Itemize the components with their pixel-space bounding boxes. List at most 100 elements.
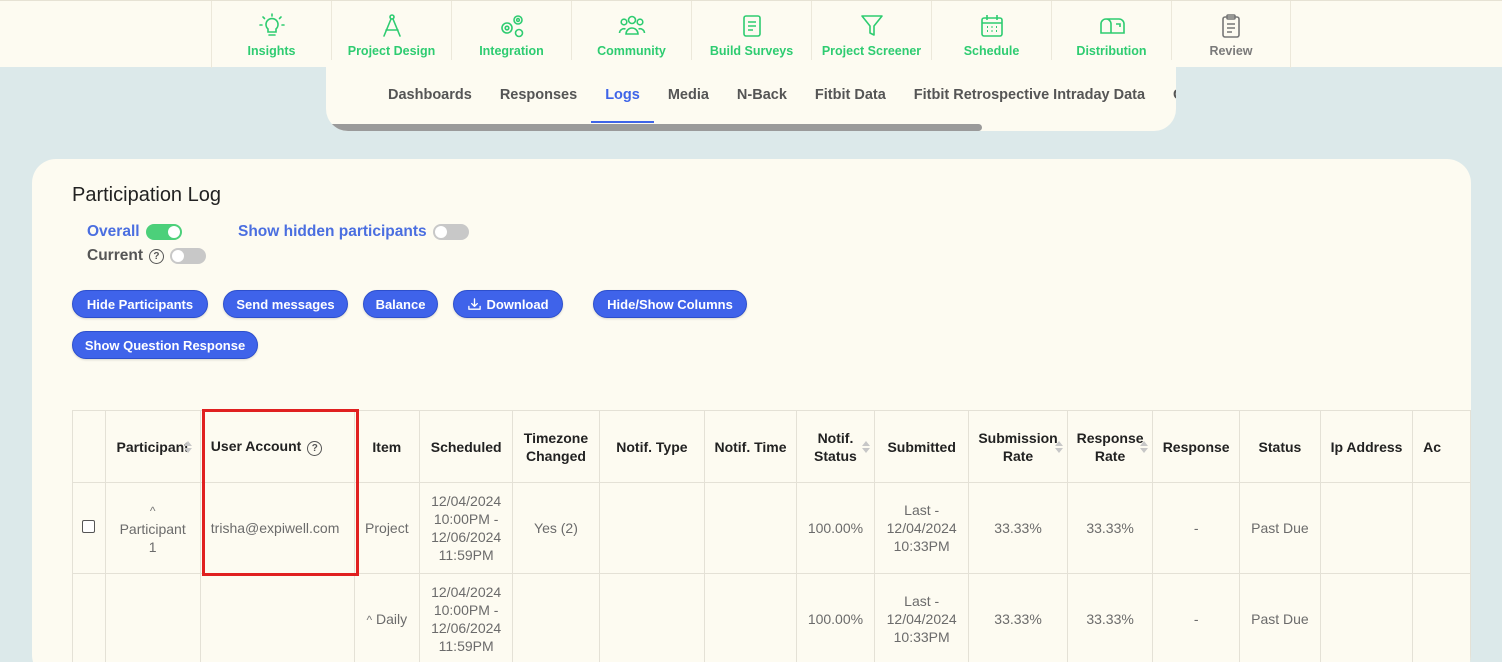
participant-name-line2: 1 — [148, 538, 157, 555]
nav-review[interactable]: Review — [1171, 1, 1291, 68]
balance-button[interactable]: Balance — [363, 290, 438, 318]
help-icon[interactable]: ? — [148, 248, 164, 264]
gears-icon — [500, 15, 523, 38]
submitted-line1: Last - — [904, 593, 940, 609]
sort-icon[interactable] — [184, 441, 192, 453]
scheduled-cell: 12/04/2024 10:00PM - 12/06/2024 11:59PM — [418, 573, 514, 662]
nav-distribution[interactable]: Distribution — [1051, 1, 1171, 68]
tab-media[interactable]: Media — [654, 87, 723, 123]
submission-rate-header-line1: Submission — [978, 429, 1058, 446]
response-rate-header-line2: Rate — [1094, 447, 1126, 464]
hide-participants-button[interactable]: Hide Participants — [72, 290, 208, 318]
page-title: Participation Log — [72, 184, 221, 206]
tab-n-back[interactable]: N-Back — [723, 87, 801, 123]
mailbox-icon — [1099, 18, 1125, 34]
scheduled-line2: 10:00PM - — [433, 511, 499, 527]
current-switch[interactable] — [169, 248, 206, 264]
nav-schedule[interactable]: Schedule — [931, 1, 1051, 68]
download-icon — [468, 297, 482, 310]
response-rate-cell: 33.33% — [1066, 573, 1154, 662]
participation-log-card: Participation Log Overall Current ? Show… — [32, 159, 1471, 662]
nav-label: Community — [597, 44, 666, 58]
sub-tab-bar: Dashboards Responses Logs Media N-Back F… — [326, 60, 1176, 131]
timezone-header-line1: Timezone — [523, 429, 589, 446]
people-icon — [618, 15, 645, 35]
tab-responses[interactable]: Responses — [486, 87, 591, 123]
submitted-line2: 12/04/2024 — [886, 520, 957, 536]
notif-time-cell — [704, 573, 797, 662]
notif-type-cell — [598, 573, 706, 662]
lightbulb-icon — [258, 13, 285, 36]
tab-dashboards[interactable]: Dashboards — [374, 87, 486, 123]
ip-address-cell — [1319, 482, 1414, 574]
item-header: Item — [353, 410, 421, 483]
user-account-header-label: User Account — [210, 437, 302, 454]
calendar-icon — [980, 15, 1003, 37]
expand-caret-icon[interactable]: ^ — [150, 504, 156, 518]
response-header: Response — [1152, 410, 1240, 483]
nav-label: Project Design — [347, 44, 436, 58]
scheduled-line2: 10:00PM - — [433, 602, 499, 618]
scheduled-line3: 12/06/2024 — [431, 620, 502, 636]
nav-label: Integration — [479, 44, 544, 58]
item-cell: Project — [353, 482, 421, 574]
notif-status-header-line2: Status — [814, 447, 857, 464]
tab-fitbit-data[interactable]: Fitbit Data — [801, 87, 900, 123]
select-all-header — [72, 410, 106, 483]
response-rate-header-line1: Response — [1076, 429, 1144, 446]
item-label: Daily — [376, 610, 408, 627]
nav-label: Distribution — [1076, 44, 1147, 58]
sort-icon[interactable] — [862, 441, 870, 453]
help-icon[interactable]: ? — [307, 441, 323, 457]
nav-project-design[interactable]: Project Design — [331, 1, 451, 68]
scheduled-header: Scheduled — [418, 410, 514, 483]
overall-switch[interactable] — [145, 224, 182, 240]
ip-address-cell — [1319, 573, 1414, 662]
compass-icon — [382, 14, 401, 37]
show-question-response-button[interactable]: Show Question Response — [72, 331, 258, 359]
send-messages-button[interactable]: Send messages — [223, 290, 348, 318]
hide-show-columns-button[interactable]: Hide/Show Columns — [593, 290, 747, 318]
current-toggle-row: Current ? — [87, 247, 206, 265]
notif-time-cell — [704, 482, 797, 574]
scheduled-line1: 12/04/2024 — [431, 493, 502, 509]
nav-label: Review — [1209, 44, 1253, 58]
user-account-cell: trisha@expiwell.com — [199, 482, 355, 574]
participation-table: Participant User Account? Item Scheduled… — [72, 410, 1471, 662]
notif-type-cell — [598, 482, 706, 574]
row-checkbox[interactable] — [82, 520, 96, 533]
download-button[interactable]: Download — [453, 290, 563, 318]
submitted-cell: Last - 12/04/2024 10:33PM — [874, 573, 970, 662]
horizontal-scrollbar[interactable] — [326, 124, 982, 131]
sort-icon[interactable] — [1055, 441, 1063, 453]
nav-build-surveys[interactable]: Build Surveys — [691, 1, 811, 68]
submitted-line3: 10:33PM — [893, 629, 950, 645]
tab-truncated[interactable]: C — [1159, 87, 1176, 123]
hidden-toggle-row: Show hidden participants — [238, 223, 469, 241]
notif-status-header[interactable]: Notif. Status — [795, 410, 876, 483]
nav-integration[interactable]: Integration — [451, 1, 571, 68]
overall-toggle-row: Overall — [87, 223, 182, 241]
expand-caret-icon[interactable]: ^ — [367, 613, 373, 627]
truncated-header: Ac — [1412, 410, 1471, 483]
submitted-line3: 10:33PM — [893, 538, 950, 554]
nav-community[interactable]: Community — [571, 1, 691, 68]
truncated-cell — [1412, 482, 1471, 574]
tab-logs[interactable]: Logs — [591, 87, 654, 123]
response-rate-header: Response Rate — [1066, 410, 1154, 483]
participant-header[interactable]: Participant — [104, 410, 201, 483]
scheduled-line1: 12/04/2024 — [431, 584, 502, 600]
participant-name-line1: Participant — [119, 520, 186, 537]
submitted-cell: Last - 12/04/2024 10:33PM — [874, 482, 970, 574]
top-nav: Insights Project Design Integration Comm… — [0, 0, 1502, 68]
nav-project-screener[interactable]: Project Screener — [811, 1, 931, 68]
nav-insights[interactable]: Insights — [211, 1, 331, 68]
sort-icon[interactable] — [1140, 441, 1148, 453]
notif-status-cell: 100.00% — [795, 482, 876, 574]
show-hidden-participants-switch[interactable] — [432, 224, 469, 240]
nav-label: Schedule — [963, 44, 1020, 58]
download-label: Download — [486, 296, 549, 312]
table-row: ^ Daily 12/04/2024 10:00PM - 12/06/2024 11:… — [72, 573, 1471, 662]
tab-fitbit-retrospective-intraday-data[interactable]: Fitbit Retrospective Intraday Data — [900, 87, 1159, 123]
submitted-header: Submitted — [874, 410, 970, 483]
